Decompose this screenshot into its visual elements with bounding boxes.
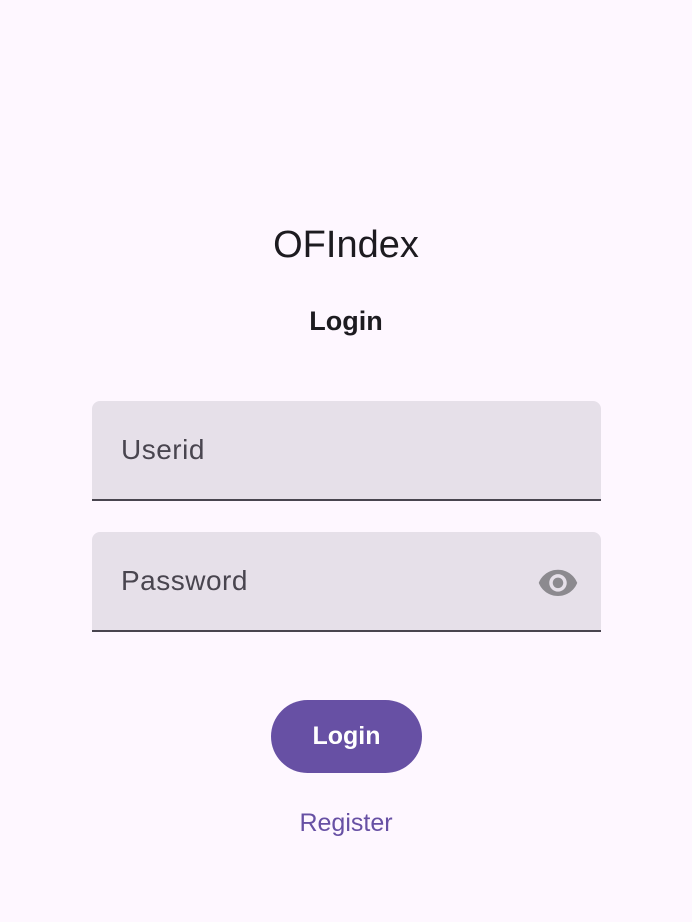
userid-input[interactable] xyxy=(92,401,601,499)
register-link-container: Register xyxy=(0,807,692,839)
eye-icon[interactable] xyxy=(537,565,579,599)
app-title: OFIndex xyxy=(273,224,419,266)
login-button[interactable]: Login xyxy=(271,700,422,773)
register-link[interactable]: Register xyxy=(299,809,392,837)
userid-field[interactable] xyxy=(92,401,601,501)
password-field[interactable] xyxy=(92,532,601,632)
login-heading: Login xyxy=(309,306,383,336)
password-input[interactable] xyxy=(92,532,601,630)
